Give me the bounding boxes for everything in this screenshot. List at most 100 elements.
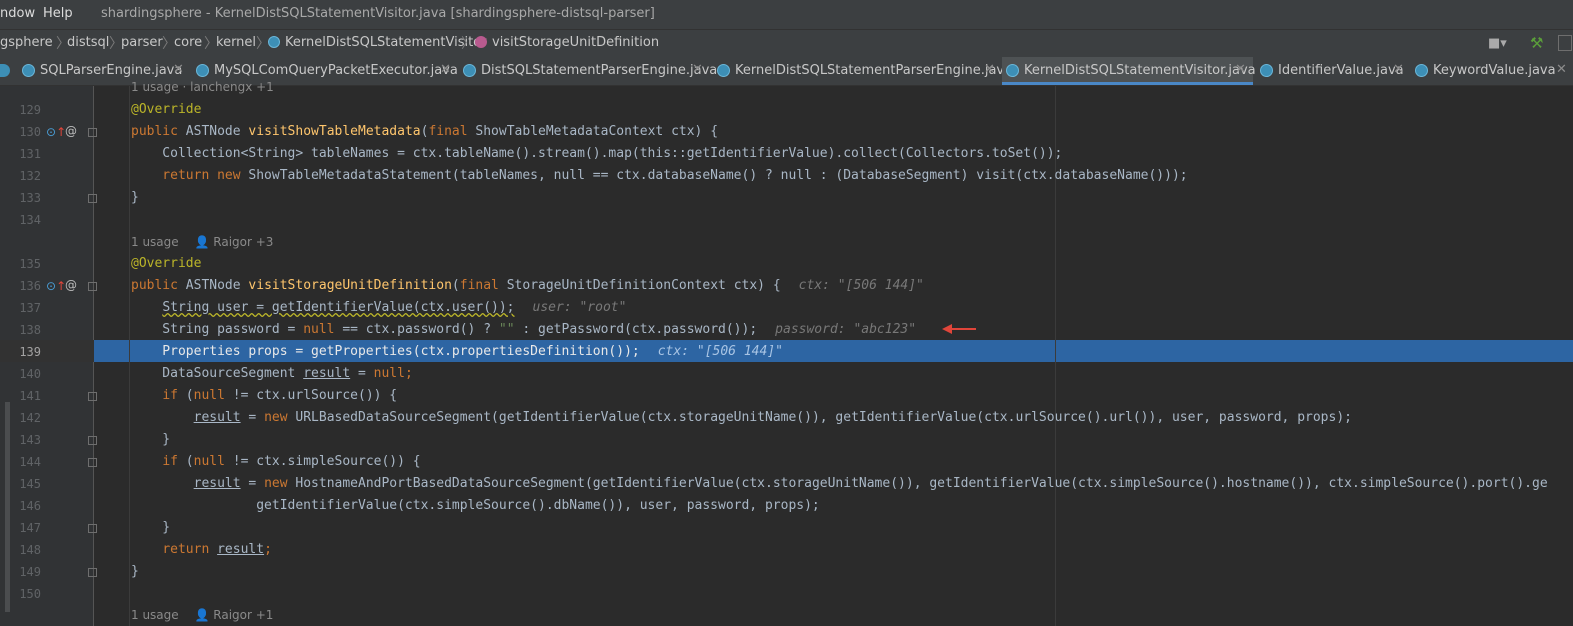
class-icon [1260, 64, 1273, 77]
tab-label: IdentifierValue.java [1278, 63, 1404, 78]
close-icon[interactable]: ✕ [173, 62, 184, 77]
code-line[interactable]: if (null != ctx.urlSource()) { [131, 388, 397, 403]
fold-marker-icon[interactable] [88, 568, 97, 577]
code-line[interactable]: } [131, 564, 139, 579]
fold-marker-icon[interactable] [88, 458, 97, 467]
menu-window[interactable]: ndow [0, 6, 35, 21]
breadcrumb-parser[interactable]: parser [121, 35, 163, 50]
tab-distsqlstatementparserengine[interactable]: DistSQLStatementParserEngine.java ✕ [459, 57, 717, 85]
line-number: 138 [19, 323, 41, 337]
code-line[interactable]: Collection<String> tableNames = ctx.tabl… [131, 146, 1062, 161]
line-number: 148 [19, 543, 41, 557]
code-text: = [350, 366, 374, 381]
keyword: final [459, 278, 499, 293]
code-line[interactable]: String user = getIdentifierValue(ctx.use… [131, 300, 626, 315]
fold-marker-icon[interactable] [88, 524, 97, 533]
close-icon[interactable]: ✕ [1556, 62, 1567, 77]
code-text: Properties props = getProperties(ctx.pro… [131, 344, 640, 359]
code-line[interactable]: return result; [131, 542, 272, 557]
override-up-arrow-icon[interactable]: ⊙↑ [46, 279, 66, 293]
code-line[interactable]: } [131, 432, 170, 447]
fold-marker-icon[interactable] [88, 436, 97, 445]
code-line[interactable]: DataSourceSegment result = null; [131, 366, 413, 381]
tab-kerneldistsqlstatementvisitor[interactable]: KernelDistSQLStatementVisitor.java ✕ [1002, 57, 1256, 85]
breadcrumb-distsql[interactable]: distsql [67, 35, 109, 50]
code-text: = [240, 410, 265, 425]
fold-marker-icon[interactable] [88, 282, 97, 291]
annotation-icon[interactable]: @ [65, 124, 77, 138]
breadcrumb: gsphere 〉 distsql 〉 parser 〉 core 〉 kern… [0, 29, 1573, 57]
tab-label: KernelDistSQLStatementVisitor.java [1024, 63, 1256, 78]
code-lens-usages[interactable]: 1 usage · lanchengx +1 [131, 80, 274, 94]
tab-kerneldistsqlstatementparserengine[interactable]: KernelDistSQLStatementParserEngine.java … [713, 57, 1012, 85]
close-icon[interactable]: ✕ [1393, 62, 1404, 77]
author-label[interactable]: Raigor +1 [213, 608, 273, 622]
fold-marker-icon[interactable] [88, 128, 97, 137]
build-hammer-icon[interactable]: ⚒ [1530, 34, 1543, 52]
code-text: ASTNode [177, 278, 249, 293]
code-lens-usages[interactable]: 1 usage 👤 Raigor +3 [131, 235, 273, 249]
breadcrumb-project[interactable]: gsphere [0, 35, 53, 50]
keyword: null [193, 388, 225, 403]
breadcrumb-class[interactable]: KernelDistSQLStatementVisitor [285, 35, 486, 50]
fold-marker-icon[interactable] [88, 194, 97, 203]
usages-count[interactable]: 1 usage [131, 608, 179, 622]
keyword: final [428, 124, 468, 139]
red-arrow-annotation-icon [942, 324, 976, 334]
code-line[interactable]: public ASTNode visitShowTableMetadata(fi… [131, 124, 718, 139]
breadcrumb-kernel[interactable]: kernel [216, 35, 256, 50]
line-number: 150 [19, 587, 41, 601]
code-lens-usages[interactable]: 1 usage 👤 Raigor +1 [131, 608, 273, 622]
code-text: ASTNode [177, 124, 249, 139]
close-icon[interactable]: ✕ [440, 62, 451, 77]
method-name: visitStorageUnitDefinition [248, 278, 452, 293]
close-icon[interactable]: ✕ [984, 62, 995, 77]
keyword: new [264, 476, 288, 491]
code-line[interactable]: getIdentifierValue(ctx.simpleSource().db… [131, 498, 820, 513]
code-line[interactable]: } [131, 190, 139, 205]
keyword: if [162, 454, 178, 469]
code-text: ( [177, 454, 194, 469]
debug-inline-value: user: "root" [532, 300, 627, 315]
line-number: 147 [19, 521, 41, 535]
code-line[interactable]: @Override [131, 102, 201, 117]
menu-help[interactable]: Help [43, 6, 73, 21]
code-text: String user = getIdentifierValue(ctx.use… [162, 300, 515, 315]
tab-label: DistSQLStatementParserEngine.java [481, 63, 718, 78]
fold-marker-icon[interactable] [88, 392, 97, 401]
override-up-arrow-icon[interactable]: ⊙↑ [46, 125, 66, 139]
code-line[interactable]: result = new URLBasedDataSourceSegment(g… [131, 410, 1352, 425]
code-text: DataSourceSegment [131, 366, 304, 381]
breadcrumb-core[interactable]: core [174, 35, 202, 50]
annotation-icon[interactable]: @ [65, 278, 77, 292]
author-label[interactable]: Raigor +3 [213, 235, 273, 249]
code-line[interactable]: return new ShowTableMetadataStatement(ta… [131, 168, 1187, 183]
code-text: ; [404, 366, 413, 381]
code-line[interactable]: result = new HostnameAndPortBasedDataSou… [131, 476, 1548, 491]
code-line[interactable]: if (null != ctx.simpleSource()) { [131, 454, 421, 469]
close-icon[interactable]: ✕ [692, 62, 703, 77]
tab-identifiervalue[interactable]: IdentifierValue.java ✕ [1256, 57, 1408, 85]
debug-inline-value: ctx: "[506 144]" [657, 344, 783, 359]
tab-keywordvalue[interactable]: KeywordValue.java ✕ [1411, 57, 1573, 85]
breadcrumb-method[interactable]: visitStorageUnitDefinition [492, 35, 659, 50]
code-line[interactable]: } [131, 520, 170, 535]
variable: result [193, 410, 241, 425]
class-icon [463, 64, 476, 77]
usages-count[interactable]: 1 usage [131, 235, 179, 249]
code-text: != ctx.simpleSource()) { [224, 454, 421, 469]
code-text: != ctx.urlSource()) { [224, 388, 398, 403]
run-config-icon[interactable] [1558, 35, 1572, 51]
close-icon[interactable]: ✕ [1235, 62, 1246, 77]
variable: result [217, 542, 265, 557]
user-icon[interactable]: ■▾ [1488, 36, 1507, 51]
code-line[interactable]: @Override [131, 256, 201, 271]
code-line[interactable]: public ASTNode visitStorageUnitDefinitio… [131, 278, 924, 293]
code-line[interactable]: String password = null == ctx.password()… [131, 322, 916, 337]
code-line-current[interactable]: Properties props = getProperties(ctx.pro… [131, 344, 783, 359]
line-number: 136 [19, 279, 41, 293]
